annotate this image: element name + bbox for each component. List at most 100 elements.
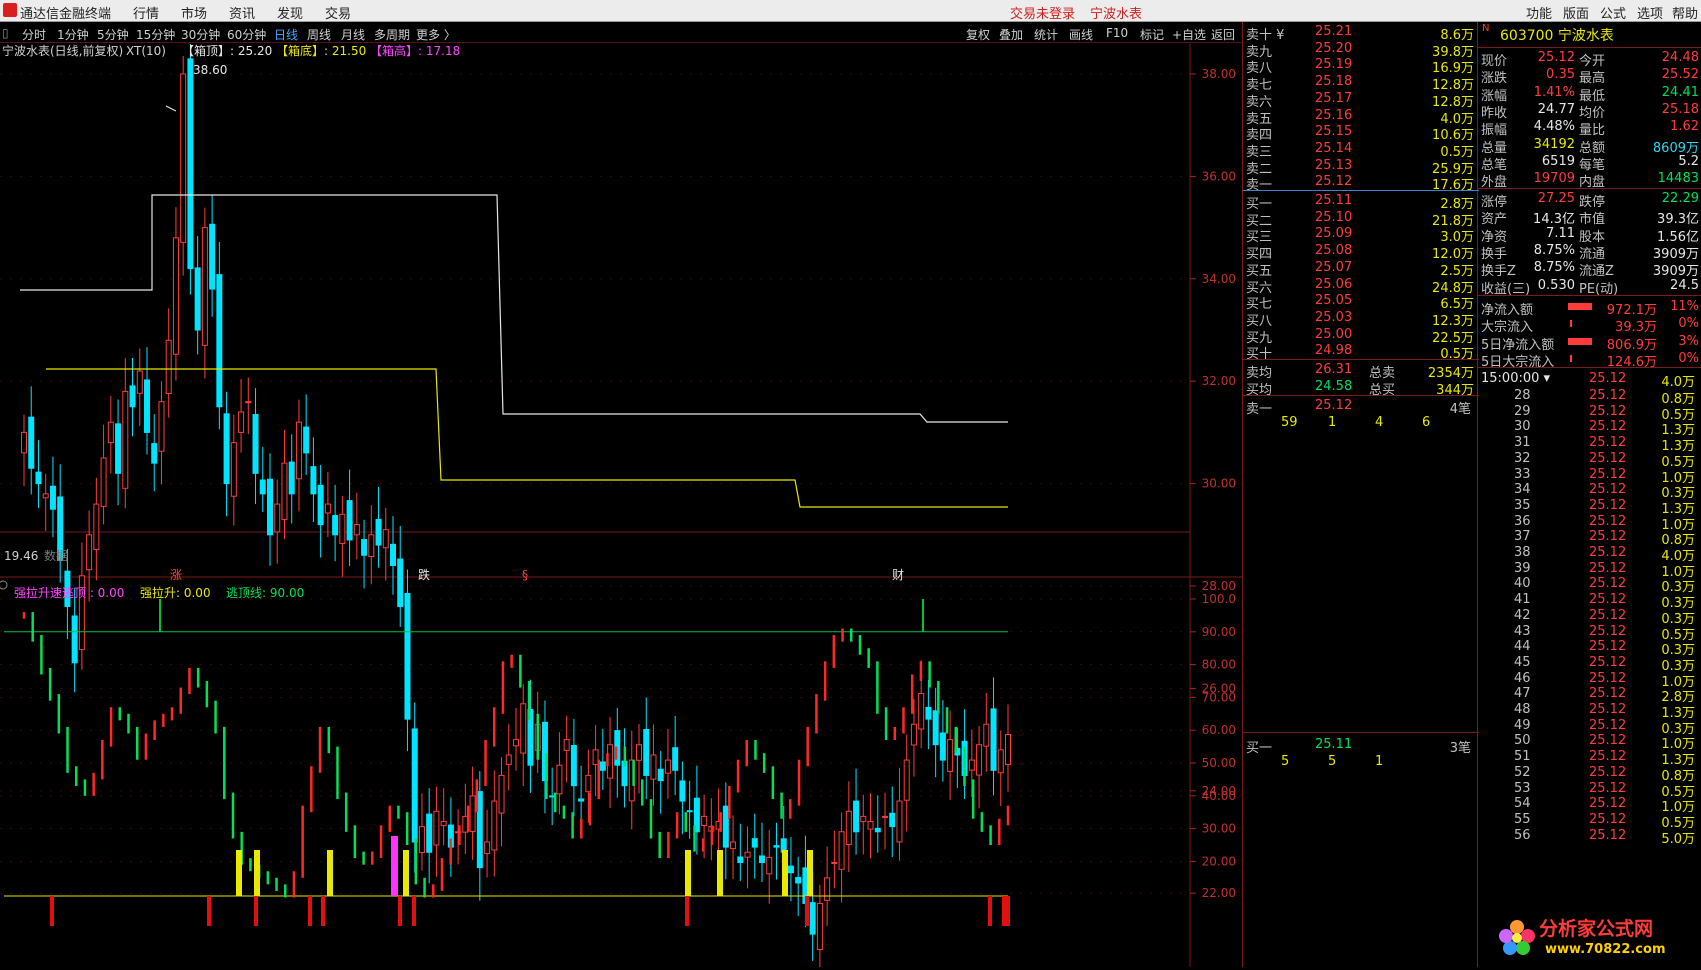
marker-section[interactable]: § xyxy=(522,568,528,582)
candle-body xyxy=(492,801,497,850)
bid-row[interactable]: 买二25.1021.8万 xyxy=(1243,209,1479,226)
candle-body xyxy=(485,842,490,854)
btn-zixuan[interactable]: +自选 xyxy=(1172,26,1206,43)
candle-body xyxy=(521,704,526,753)
bid-row[interactable]: 买四25.0812.0万 xyxy=(1243,242,1479,259)
period-weekly[interactable]: 周线 xyxy=(307,26,331,43)
menu-faxian[interactable]: 发现 xyxy=(277,3,303,22)
candle-body xyxy=(195,268,200,330)
bid-row[interactable]: 买八25.0312.3万 xyxy=(1243,309,1479,326)
trade-status[interactable]: 交易未登录 xyxy=(1010,3,1075,22)
candle-body xyxy=(441,822,446,826)
ask-row[interactable]: 卖九25.2039.8万 xyxy=(1243,40,1479,57)
candle-body xyxy=(904,760,909,800)
ask-row[interactable]: 卖十 ¥25.218.6万 xyxy=(1243,23,1479,40)
btn-huaxian[interactable]: 画线 xyxy=(1069,26,1093,43)
candle-body xyxy=(514,740,519,746)
low-price-label: 19.46 xyxy=(4,549,38,563)
candle-body xyxy=(412,729,417,842)
buy1-detail[interactable]: 买一25.113笔 xyxy=(1243,736,1479,753)
tick-row: 3125.121.3万 xyxy=(1478,434,1701,451)
chart-area[interactable]: 宁波水表(日线,前复权) XT(10) 【箱顶】: 25.20 【箱底】: 21… xyxy=(0,44,1242,967)
period-monthly[interactable]: 月线 xyxy=(341,26,365,43)
period-15min[interactable]: 15分钟 xyxy=(136,26,175,43)
menu-hangqing[interactable]: 行情 xyxy=(133,3,159,22)
btn-tongji[interactable]: 统计 xyxy=(1034,26,1058,43)
btn-biaoji[interactable]: 标记 xyxy=(1140,26,1164,43)
candle-body xyxy=(202,228,207,346)
pull-up-bar xyxy=(403,850,409,896)
btn-fanhui[interactable]: 返回 xyxy=(1211,26,1235,43)
btn-fuquan[interactable]: 复权 xyxy=(966,26,990,43)
candle-body xyxy=(224,414,229,484)
bid-row[interactable]: 买一25.112.8万 xyxy=(1243,192,1479,209)
period-more[interactable]: 更多 〉 xyxy=(416,26,456,43)
candle-body xyxy=(998,750,1003,773)
menu-bangzhu[interactable]: 帮助 xyxy=(1672,3,1698,22)
money-flow-row: 5日净流入额806.9万3% xyxy=(1478,333,1701,350)
bid-row[interactable]: 买五25.072.5万 xyxy=(1243,259,1479,276)
ask-row[interactable]: 卖一25.1217.6万 xyxy=(1243,173,1479,190)
period-fenshi[interactable]: 分时 xyxy=(22,26,46,43)
menu-jiaoyi[interactable]: 交易 xyxy=(325,3,351,22)
btn-diejia[interactable]: 叠加 xyxy=(999,26,1023,43)
fundamental-row: 换手8.75%流通3909万 xyxy=(1478,242,1701,259)
candle-body xyxy=(188,59,193,269)
quote-panel: N603700 宁波水表现价25.12今开24.48涨跌0.35最高25.52涨… xyxy=(1478,22,1701,967)
candle-body xyxy=(810,903,815,935)
menu-gongneng[interactable]: 功能 xyxy=(1526,3,1552,22)
btn-f10[interactable]: F10 xyxy=(1106,26,1128,40)
menu-zixun[interactable]: 资讯 xyxy=(229,3,255,22)
ask-row[interactable]: 卖三25.140.5万 xyxy=(1243,140,1479,157)
candle-body xyxy=(383,530,388,548)
menu-gongshi[interactable]: 公式 xyxy=(1600,3,1626,22)
signal-red-bar xyxy=(398,896,402,926)
bid-row[interactable]: 买七25.056.5万 xyxy=(1243,292,1479,309)
ask-row[interactable]: 卖八25.1916.9万 xyxy=(1243,56,1479,73)
period-daily[interactable]: 日线 xyxy=(274,26,298,43)
ask-row[interactable]: 卖六25.1712.8万 xyxy=(1243,90,1479,107)
collapse-icon[interactable]: ▯ xyxy=(2,26,9,40)
candle-body xyxy=(108,422,113,442)
tick-row: 3425.120.3万 xyxy=(1478,481,1701,498)
indicator-name[interactable]: XT(10) xyxy=(126,44,166,58)
marker-die[interactable]: 跌 xyxy=(418,567,430,582)
period-5min[interactable]: 5分钟 xyxy=(97,26,129,43)
quote-row: 外盘19709内盘14483 xyxy=(1478,170,1701,187)
signal-red-bar xyxy=(254,896,258,926)
fundamental-row: 换手Z8.75%流通Z3909万 xyxy=(1478,259,1701,276)
marker-cai[interactable]: 财 xyxy=(892,568,904,582)
tick-row: 3525.121.3万 xyxy=(1478,497,1701,514)
ask-row[interactable]: 卖四25.1510.6万 xyxy=(1243,123,1479,140)
candle-body xyxy=(991,709,996,770)
period-60min[interactable]: 60分钟 xyxy=(227,26,266,43)
sell1-detail[interactable]: 卖一25.124笔 xyxy=(1243,397,1479,414)
candle-body xyxy=(933,711,938,745)
kline-chart[interactable]: 宁波水表(日线,前复权) XT(10) 【箱顶】: 25.20 【箱底】: 21… xyxy=(0,44,1242,967)
menu-shichang[interactable]: 市场 xyxy=(181,3,207,22)
no-data-label: 数据 xyxy=(44,548,68,563)
candle-body xyxy=(890,813,895,826)
bid-row[interactable]: 买六25.0624.8万 xyxy=(1243,276,1479,293)
menu-xuanxiang[interactable]: 选项 xyxy=(1637,3,1663,22)
candle-body xyxy=(434,811,439,845)
candle-body xyxy=(883,816,888,817)
candle-body xyxy=(296,422,301,479)
period-multi[interactable]: 多周期 xyxy=(374,26,410,43)
main-yaxis-tick: 36.00 xyxy=(1202,169,1236,183)
menu-banmian[interactable]: 版面 xyxy=(1563,3,1589,22)
bid-row[interactable]: 买九25.0022.5万 xyxy=(1243,326,1479,343)
box-high-label: 【箱高】: 17.18 xyxy=(370,44,460,58)
candle-body xyxy=(239,412,244,432)
marker-zhang[interactable]: 涨 xyxy=(170,567,182,582)
tick-header[interactable]: 15:00:00 ▾25.124.0万 xyxy=(1478,370,1701,387)
period-1min[interactable]: 1分钟 xyxy=(57,26,89,43)
period-30min[interactable]: 30分钟 xyxy=(181,26,220,43)
ask-row[interactable]: 卖七25.1812.8万 xyxy=(1243,73,1479,90)
bid-row[interactable]: 买三25.093.0万 xyxy=(1243,225,1479,242)
ask-row[interactable]: 卖五25.164.0万 xyxy=(1243,107,1479,124)
sub-chart-title: 强拉升速逃顶 : 0.00 xyxy=(14,585,124,600)
ask-row[interactable]: 卖二25.1325.9万 xyxy=(1243,157,1479,174)
bid-row[interactable]: 买十24.980.5万 xyxy=(1243,342,1479,359)
pull-up-bar xyxy=(236,850,242,896)
